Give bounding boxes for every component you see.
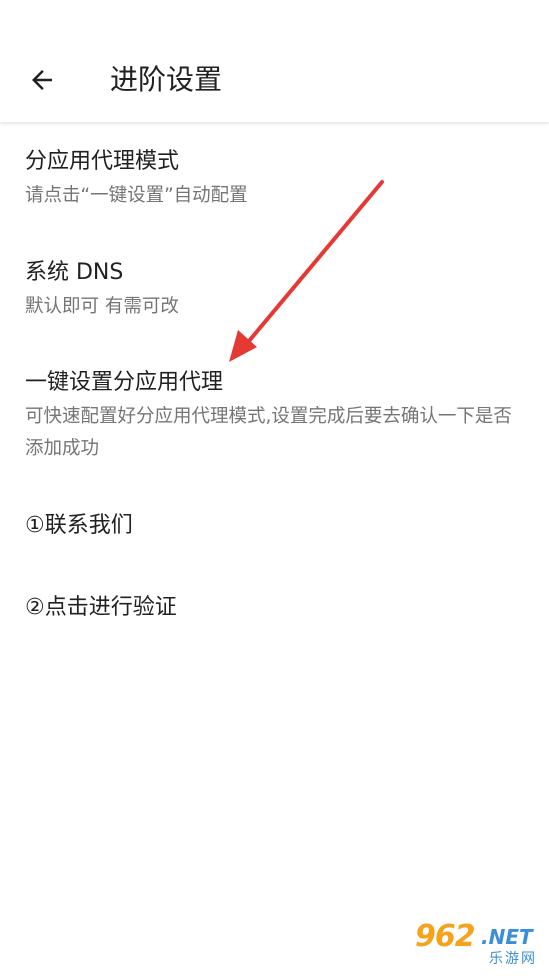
setting-item-verify[interactable]: ②点击进行验证 [25, 592, 529, 624]
setting-item-summary: 可快速配置好分应用代理模式,设置完成后要去确认一下是否添加成功 [25, 406, 512, 459]
setting-item-summary: 默认即可 有需可改 [25, 296, 179, 317]
app-bar: 进阶设置 [0, 0, 549, 122]
page-title: 进阶设置 [110, 63, 223, 96]
setting-item-title: ②点击进行验证 [25, 595, 177, 620]
arrow-left-icon [32, 70, 52, 90]
setting-item-title: ①联系我们 [25, 513, 133, 538]
setting-item-system-dns[interactable]: 系统 DNS 默认即可 有需可改 [25, 257, 529, 323]
setting-item-title: 一键设置分应用代理 [25, 370, 224, 395]
arrow-head [229, 330, 257, 362]
back-button[interactable] [16, 56, 68, 104]
advanced-settings-screen: 进阶设置 分应用代理模式 请点击“一键设置”自动配置 系统 DNS 默认即可 有… [0, 0, 549, 976]
watermark-domain: .NET [481, 925, 533, 949]
setting-item-summary: 请点击“一键设置”自动配置 [25, 185, 248, 206]
watermark-main: 962 [415, 919, 476, 954]
setting-item-title: 系统 DNS [25, 260, 124, 285]
watermark-logo: 962 .NET 乐游网 [411, 920, 545, 972]
setting-item-one-click-app-proxy[interactable]: 一键设置分应用代理 可快速配置好分应用代理模式,设置完成后要去确认一下是否添加成… [25, 367, 529, 465]
setting-item-app-proxy-mode[interactable]: 分应用代理模式 请点击“一键设置”自动配置 [25, 146, 529, 212]
watermark-sub: 乐游网 [489, 951, 537, 967]
setting-item-title: 分应用代理模式 [25, 149, 180, 174]
setting-item-contact-us[interactable]: ①联系我们 [25, 510, 529, 542]
